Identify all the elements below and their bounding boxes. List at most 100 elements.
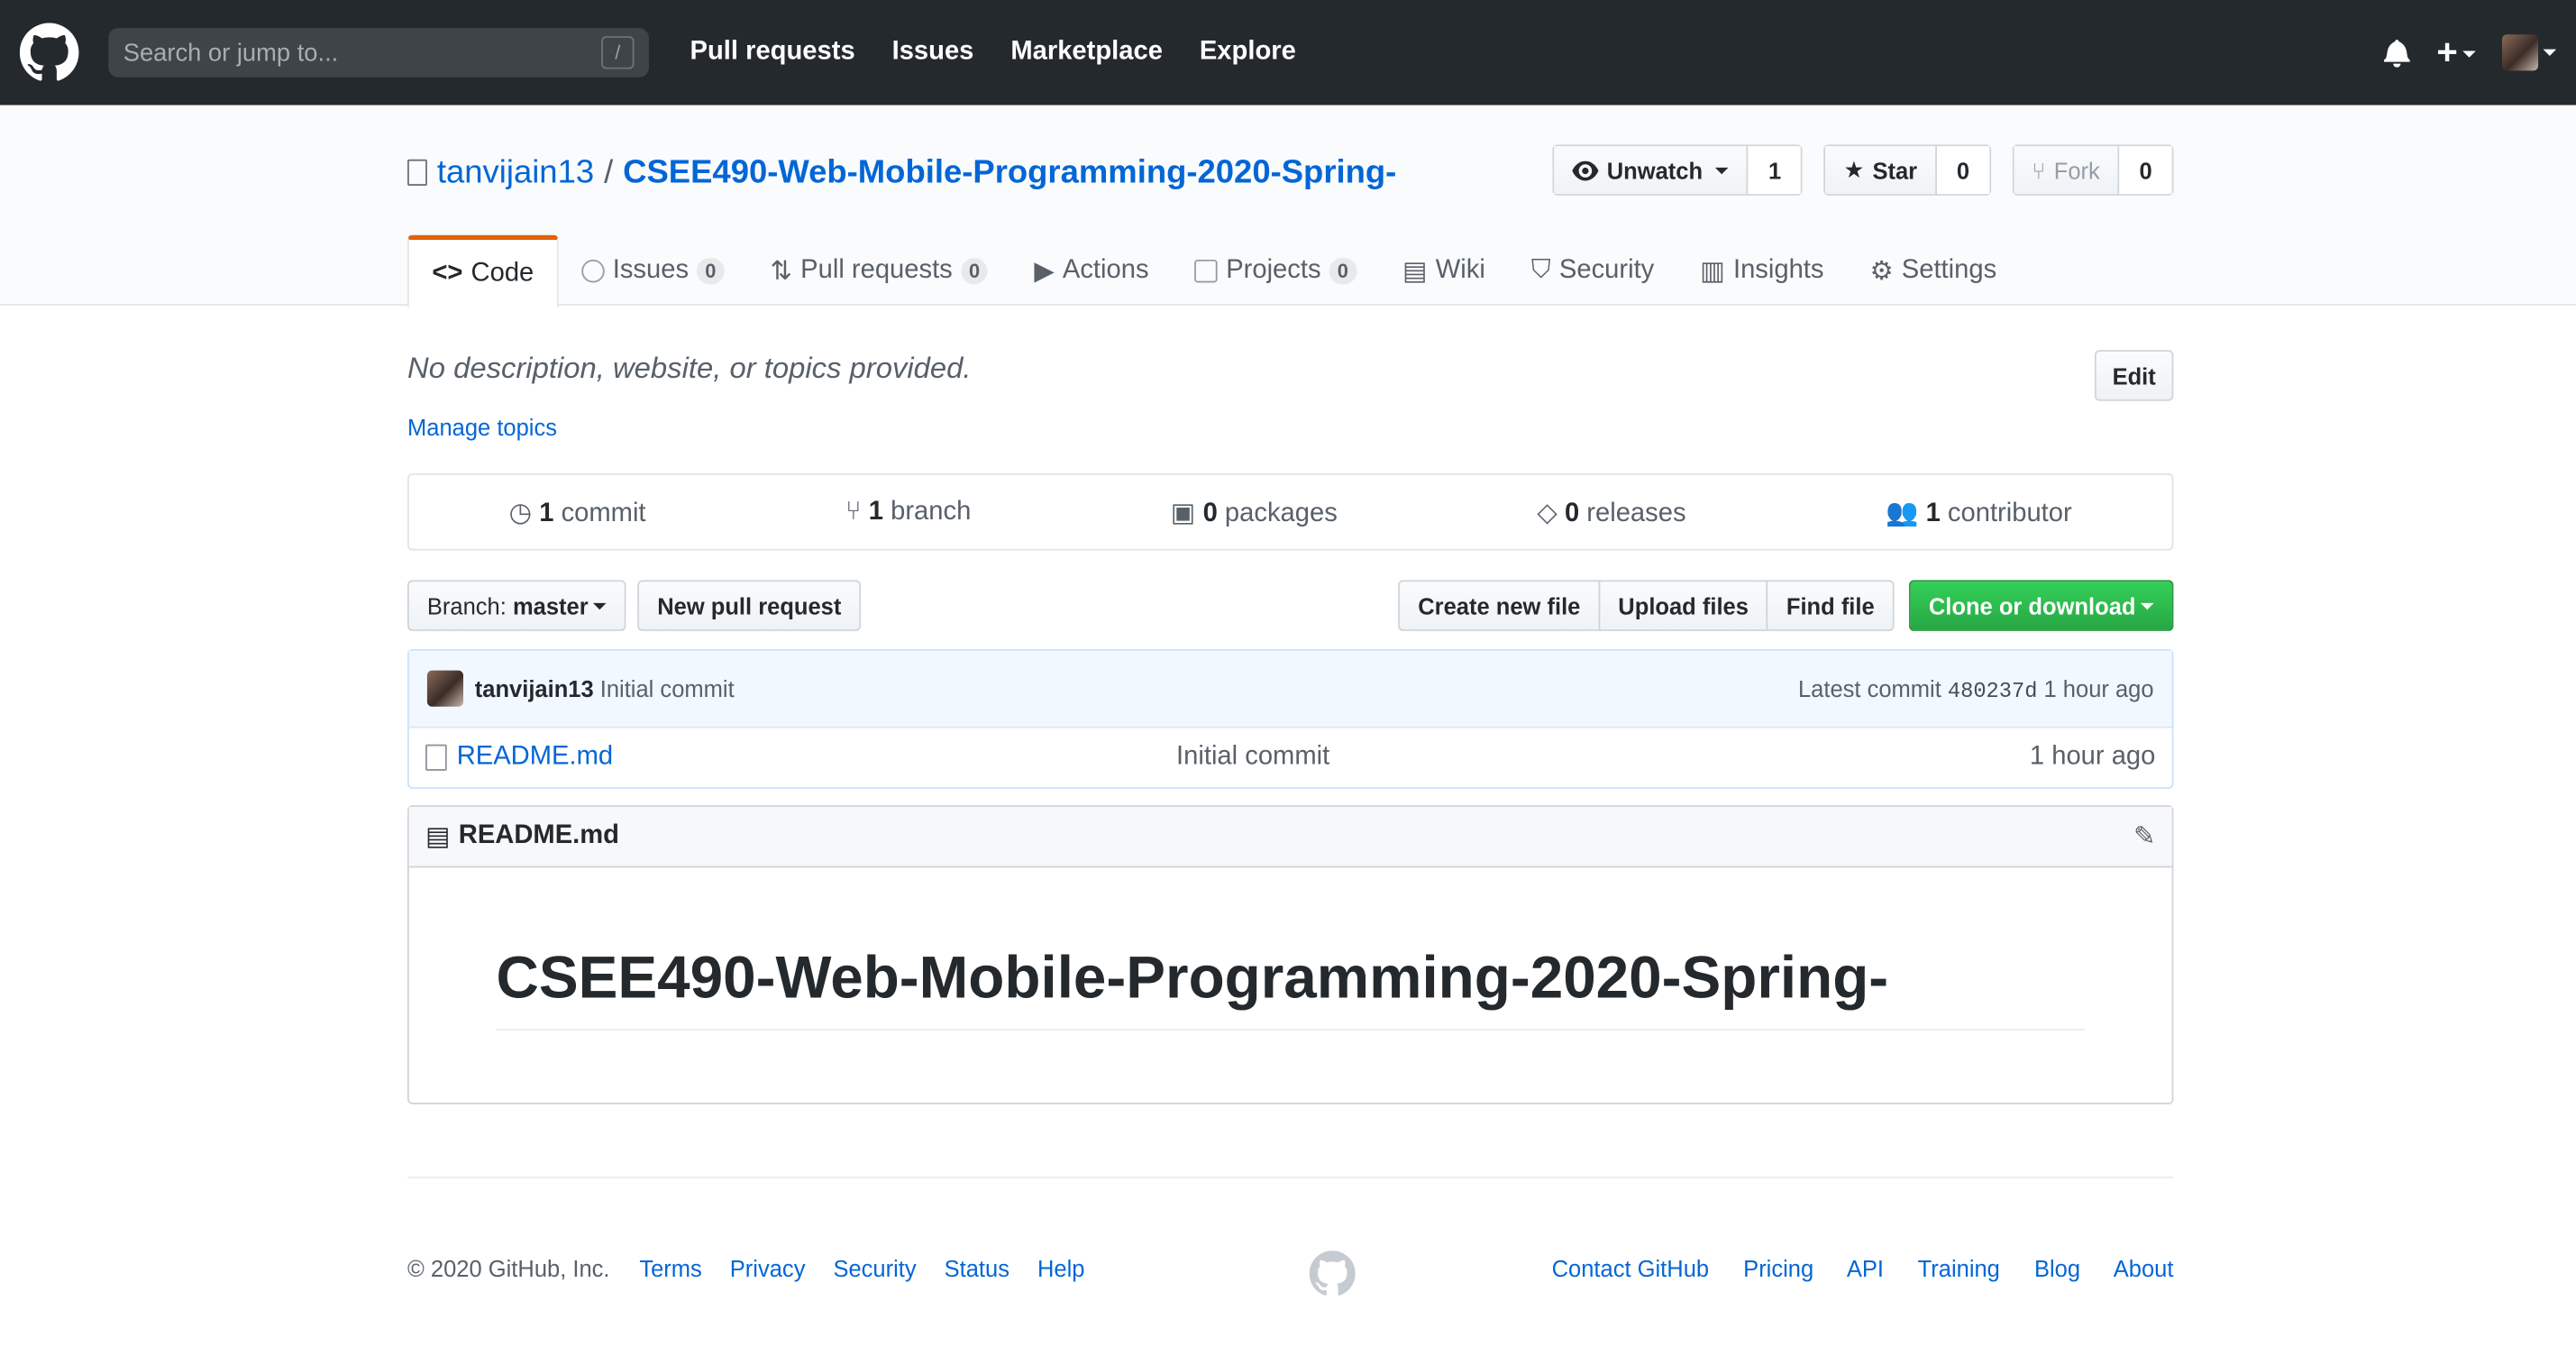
table-row: README.md Initial commit 1 hour ago [408,726,2172,788]
footer-link-blog[interactable]: Blog [2034,1255,2080,1281]
repo-title: tanvijain13 / CSEE490-Web-Mobile-Program… [407,144,2174,196]
file-commit-message-link[interactable]: Initial commit [1176,743,1329,773]
tab-label: Code [470,259,534,288]
new-pull-request-button[interactable]: New pull request [637,580,862,631]
commit-author-link[interactable]: tanvijain13 [475,675,594,701]
releases-link[interactable]: ◇ 0 releases [1537,496,1685,528]
nav-pull-requests[interactable]: Pull requests [690,38,855,66]
avatar[interactable] [426,670,464,707]
issue-icon [581,259,605,282]
chevron-down-icon [2462,50,2476,59]
tab-actions[interactable]: ▶ Actions [1011,235,1172,306]
tab-pull-requests[interactable]: ⇅ Pull requests 0 [747,235,1011,306]
contributors-label: contributor [1947,499,2072,527]
package-icon: ▣ [1170,499,1196,527]
edit-description-button[interactable]: Edit [2094,350,2174,401]
tab-counter: 0 [697,257,725,284]
footer-link-about[interactable]: About [2114,1255,2174,1281]
readme-filename: README.md [458,821,619,850]
user-menu[interactable] [2501,34,2557,71]
repo-name-link[interactable]: CSEE490-Web-Mobile-Programming-2020-Spri… [623,153,1396,191]
stars-count[interactable]: 0 [1936,146,1989,195]
avatar [2501,34,2539,71]
tab-security[interactable]: ⛉ Security [1508,235,1676,306]
fork-icon: ⑂ [2032,157,2046,184]
manage-topics-link[interactable]: Manage topics [407,414,557,440]
file-actions-group: Create new file Upload files Find file [1398,580,1895,631]
repo-tabs: <> Code Issues 0 ⇅ Pull requests 0 ▶ Actions … [407,234,2173,307]
footer-link-pricing[interactable]: Pricing [1743,1255,1813,1281]
tab-insights[interactable]: ▥ Insights [1677,235,1847,306]
tab-label: Actions [1062,255,1149,284]
fork-button[interactable]: ⑂ Fork [2014,146,2120,195]
bell-icon[interactable] [2384,38,2410,68]
nav-marketplace[interactable]: Marketplace [1010,38,1163,66]
chevron-down-icon [593,602,607,609]
repo-owner-link[interactable]: tanvijain13 [437,153,594,191]
branches-count: 1 [868,497,884,526]
star-label: Star [1872,157,1918,184]
search-input[interactable]: Search or jump to... / [108,27,649,78]
star-group: ★ Star 0 [1823,144,1991,196]
footer-link-status[interactable]: Status [945,1255,1009,1281]
forks-count[interactable]: 0 [2119,146,2172,195]
site-footer: © 2020 GitHub, Inc. Terms Privacy Securi… [407,1177,2174,1308]
star-button[interactable]: ★ Star [1825,146,1937,195]
branches-link[interactable]: ⑂ 1 branch [845,497,971,527]
tab-label: Insights [1732,255,1824,284]
search-shortcut-key: / [601,36,635,69]
footer-link-help[interactable]: Help [1037,1255,1084,1281]
tab-issues[interactable]: Issues 0 [559,235,747,306]
nav-explore[interactable]: Explore [1200,38,1296,66]
tab-wiki[interactable]: ▤ Wiki [1380,235,1509,306]
tab-projects[interactable]: Projects 0 [1172,235,1380,306]
repo-actions: Unwatch 1 ★ Star 0 ⑂ Fork 0 [1552,144,2174,196]
play-icon: ▶ [1034,257,1055,286]
tab-label: Settings [1901,255,1997,284]
footer-link-privacy[interactable]: Privacy [730,1255,806,1281]
releases-count: 0 [1564,499,1580,527]
nav-issues[interactable]: Issues [892,38,974,66]
commit-message-link[interactable]: Initial commit [600,675,735,701]
clone-or-download-button[interactable]: Clone or download [1908,580,2174,631]
footer-link-terms[interactable]: Terms [639,1255,701,1281]
packages-link[interactable]: ▣ 0 packages [1171,496,1338,528]
shield-icon: ⛉ [1530,255,1551,284]
watchers-count[interactable]: 1 [1749,146,1802,195]
latest-commit-label: Latest commit [1797,674,1941,701]
branch-select[interactable]: Branch: master [407,580,626,631]
footer-link-contact[interactable]: Contact GitHub [1552,1255,1709,1281]
repo-icon [407,159,427,186]
tab-label: Security [1558,255,1655,284]
commit-age: 1 hour ago [2043,674,2154,701]
tab-label: Pull requests [800,255,953,284]
contributors-link[interactable]: 👥 1 contributor [1886,496,2072,528]
commit-sha-link[interactable]: 480237d [1948,678,2038,702]
book-icon: ▤ [425,823,451,852]
latest-commit-row: tanvijain13 Initial commit Latest commit… [408,650,2172,727]
create-new-dropdown[interactable]: + [2436,32,2476,74]
upload-files-button[interactable]: Upload files [1598,580,1768,631]
project-icon [1194,259,1219,282]
commits-link[interactable]: ◷ 1 commit [509,496,646,528]
tab-settings[interactable]: ⚙ Settings [1847,235,2020,306]
footer-link-security[interactable]: Security [833,1255,916,1281]
footer-link-training[interactable]: Training [1918,1255,2000,1281]
tab-counter: 0 [960,257,989,284]
gear-icon: ⚙ [1869,257,1894,286]
file-age: 1 hour ago [2029,742,2156,771]
tab-label: Wiki [1435,255,1485,284]
branch-prefix: Branch: [426,592,507,619]
pencil-icon[interactable]: ✎ [2133,820,2155,853]
commits-count: 1 [539,499,554,527]
tab-code[interactable]: <> Code [407,234,559,307]
footer-link-api[interactable]: API [1847,1255,1884,1281]
github-logo-icon[interactable] [19,23,79,83]
tab-label: Projects [1226,255,1321,284]
github-mark-icon[interactable] [1309,1251,1356,1296]
find-file-button[interactable]: Find file [1767,580,1895,631]
create-new-file-button[interactable]: Create new file [1398,580,1601,631]
pull-request-icon: ⇅ [770,257,793,286]
unwatch-button[interactable]: Unwatch [1554,146,1749,195]
file-name-link[interactable]: README.md [457,743,613,773]
